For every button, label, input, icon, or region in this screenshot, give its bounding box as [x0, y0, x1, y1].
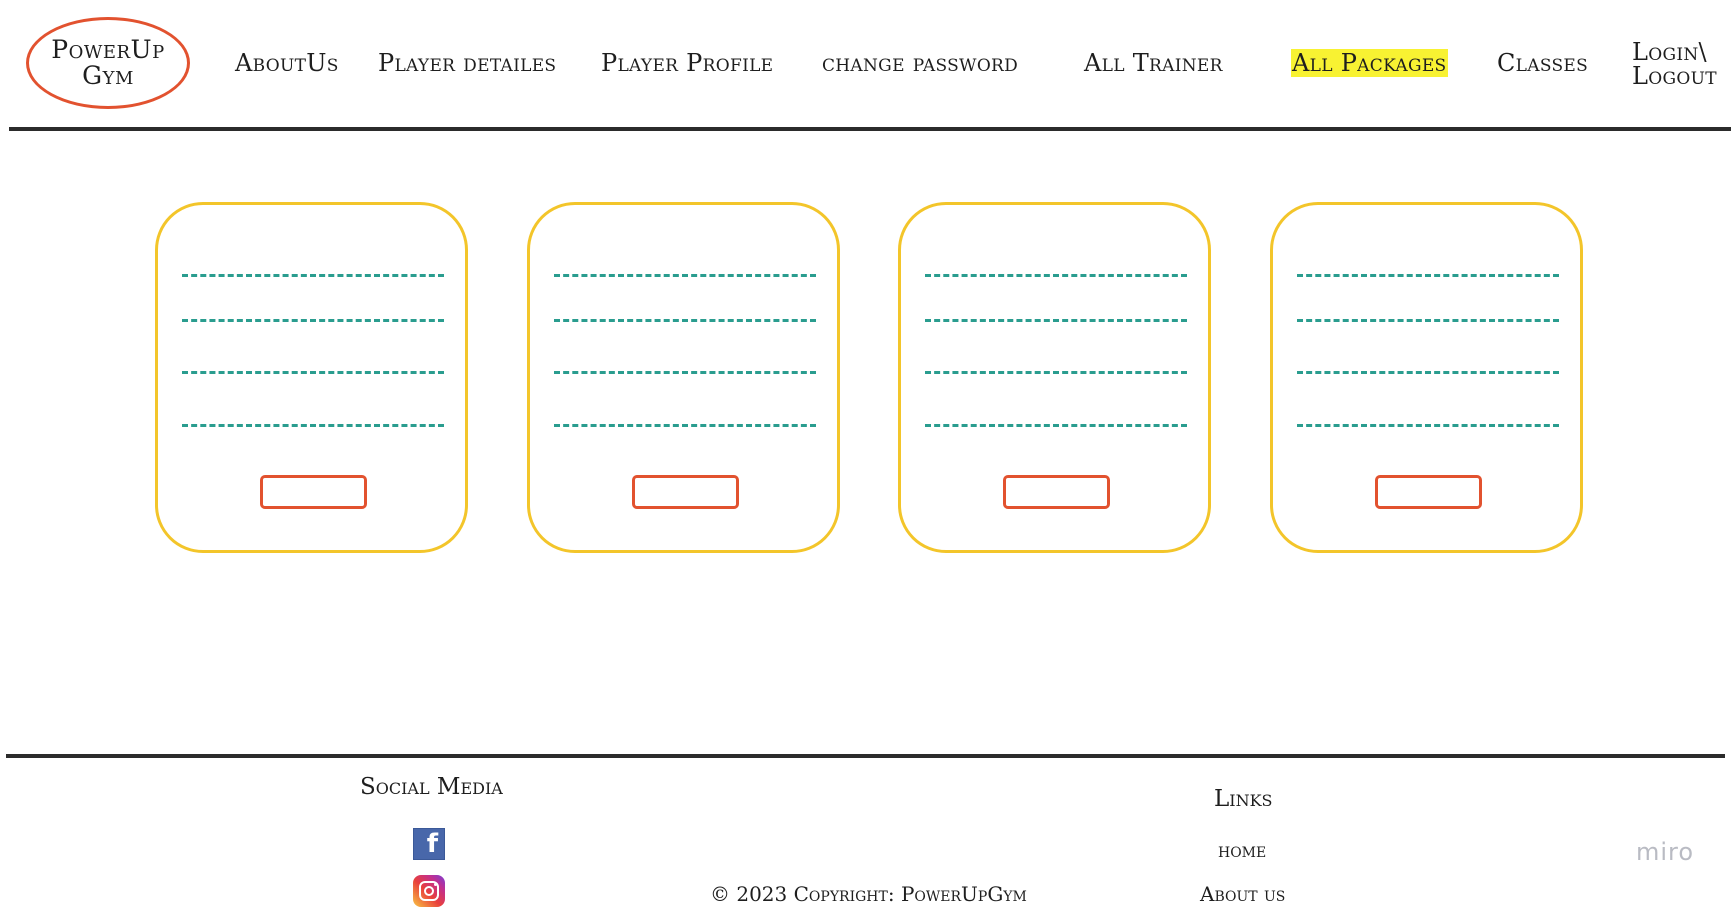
footer-link-home[interactable]: home: [1218, 838, 1266, 862]
placeholder-line: [182, 319, 444, 322]
nav-all-packages[interactable]: All Packages: [1291, 49, 1448, 77]
links-title: Links: [1214, 786, 1273, 812]
placeholder-line: [925, 371, 1187, 374]
placeholder-line: [182, 371, 444, 374]
miro-watermark: miro: [1636, 838, 1695, 866]
package-select-button[interactable]: [260, 475, 367, 509]
placeholder-line: [1297, 319, 1559, 322]
placeholder-line: [554, 274, 816, 277]
login-label: Login\: [1632, 38, 1707, 66]
package-card: [1270, 202, 1583, 553]
placeholder-line: [925, 424, 1187, 427]
logo-line-1: PowerUp: [51, 35, 165, 64]
placeholder-line: [554, 371, 816, 374]
instagram-dot: [434, 883, 437, 886]
placeholder-line: [182, 274, 444, 277]
nav-change-password[interactable]: change password: [822, 49, 1018, 77]
nav-classes[interactable]: Classes: [1497, 49, 1588, 77]
instagram-lens: [424, 886, 434, 896]
package-select-button[interactable]: [1375, 475, 1482, 509]
placeholder-line: [1297, 371, 1559, 374]
nav-all-trainer[interactable]: All Trainer: [1084, 49, 1223, 77]
logout-label: Logout: [1632, 62, 1717, 90]
placeholder-line: [554, 319, 816, 322]
instagram-icon[interactable]: [413, 875, 445, 907]
footer-divider: [6, 754, 1725, 758]
logo-line-2: Gym: [82, 61, 134, 90]
footer-link-about-us[interactable]: About us: [1200, 882, 1285, 906]
placeholder-line: [925, 319, 1187, 322]
nav-login-logout[interactable]: Login\ Logout: [1632, 40, 1717, 88]
nav-player-profile[interactable]: Player Profile: [601, 49, 773, 77]
facebook-icon[interactable]: f: [413, 828, 445, 860]
package-card: [155, 202, 468, 553]
placeholder-line: [1297, 424, 1559, 427]
package-card: [527, 202, 840, 553]
copyright-text: © 2023 Copyright: PowerUpGym: [710, 882, 1027, 906]
package-select-button[interactable]: [1003, 475, 1110, 509]
social-media-title: Social Media: [360, 774, 503, 800]
site-logo[interactable]: PowerUp Gym: [26, 17, 190, 109]
nav-player-details[interactable]: Player detailes: [378, 49, 556, 77]
placeholder-line: [554, 424, 816, 427]
placeholder-line: [925, 274, 1187, 277]
nav-about-us[interactable]: AboutUs: [235, 49, 339, 77]
placeholder-line: [182, 424, 444, 427]
package-card: [898, 202, 1211, 553]
header-divider: [9, 127, 1731, 131]
package-select-button[interactable]: [632, 475, 739, 509]
placeholder-line: [1297, 274, 1559, 277]
